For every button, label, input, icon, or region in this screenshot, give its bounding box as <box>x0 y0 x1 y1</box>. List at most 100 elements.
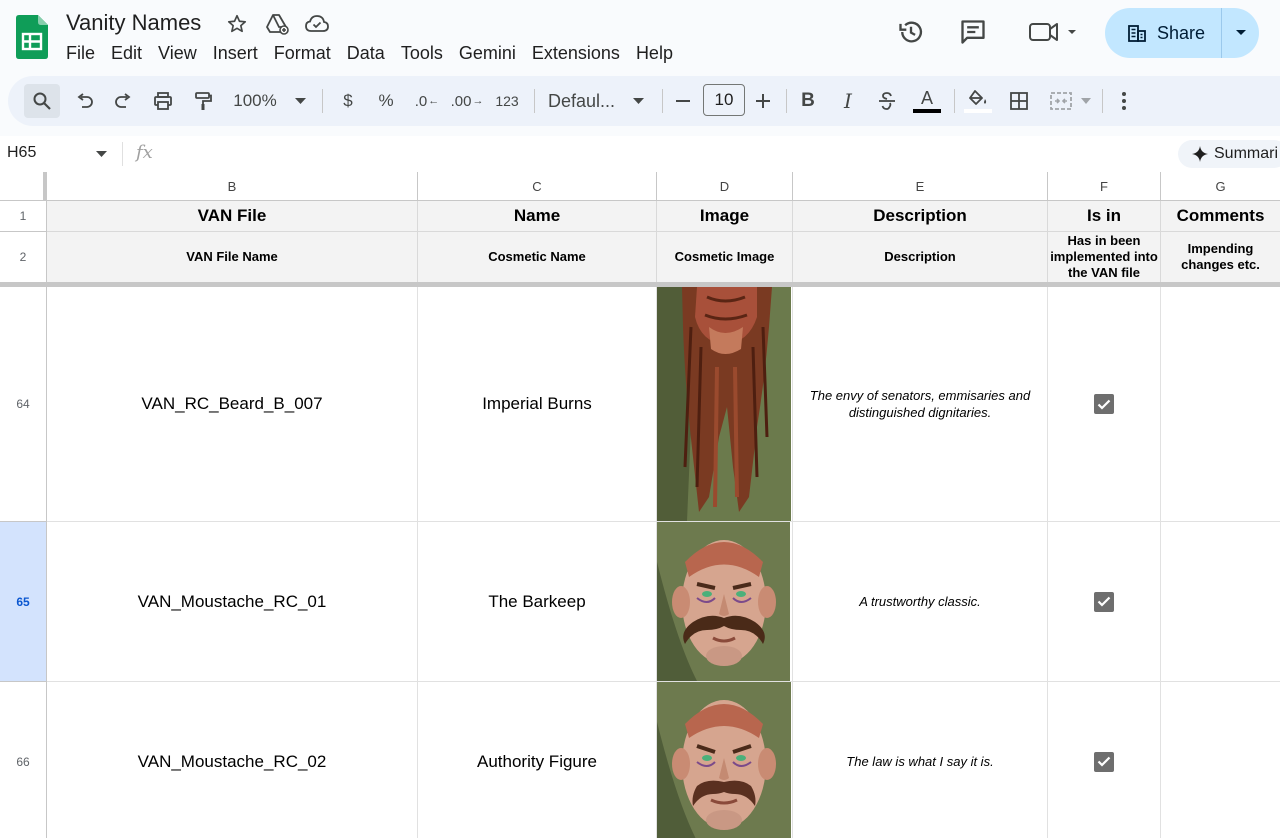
zoom-caret-icon[interactable] <box>290 84 310 118</box>
menu-bar: File Edit View Insert Format Data Tools … <box>58 41 681 66</box>
merge-cells-icon[interactable] <box>1046 84 1076 118</box>
format-currency-button[interactable]: $ <box>336 84 360 118</box>
cell-f2[interactable]: Has in been implemented into the VAN fil… <box>1048 232 1161 282</box>
move-to-drive-icon[interactable] <box>265 12 289 36</box>
menu-gemini[interactable]: Gemini <box>451 41 524 66</box>
toolbar-divider <box>954 89 955 113</box>
italic-button[interactable]: I <box>836 84 860 118</box>
menu-help[interactable]: Help <box>628 41 681 66</box>
cell-c66[interactable]: Authority Figure <box>418 682 657 838</box>
borders-icon[interactable] <box>1004 84 1034 118</box>
paint-format-icon[interactable] <box>188 84 218 118</box>
cell-g66[interactable] <box>1161 682 1280 838</box>
more-formats-button[interactable]: 123 <box>492 84 522 118</box>
cell-g1[interactable]: Comments <box>1161 201 1280 232</box>
cell-e64[interactable]: The envy of senators, emmisaries and dis… <box>793 287 1048 522</box>
increase-decimal-label: .00 <box>450 92 472 110</box>
name-box-caret-icon[interactable] <box>96 145 107 168</box>
share-dropdown-button[interactable] <box>1222 29 1259 37</box>
decrease-font-size-icon[interactable] <box>672 84 694 118</box>
checkbox-checked[interactable] <box>1094 751 1114 772</box>
cell-d65[interactable] <box>657 522 793 682</box>
search-menus-icon[interactable] <box>24 84 60 118</box>
cell-f66[interactable] <box>1048 682 1161 838</box>
merge-caret-icon[interactable] <box>1078 84 1094 118</box>
decrease-decimal-button[interactable]: .0 ← <box>412 84 442 118</box>
more-options-icon[interactable] <box>1112 84 1136 118</box>
cell-c65[interactable]: The Barkeep <box>418 522 657 682</box>
column-header-b[interactable]: B <box>47 172 418 201</box>
star-icon[interactable] <box>225 12 249 36</box>
cell-d1[interactable]: Image <box>657 201 793 232</box>
cell-e65[interactable]: A trustworthy classic. <box>793 522 1048 682</box>
menu-data[interactable]: Data <box>339 41 393 66</box>
cell-e1[interactable]: Description <box>793 201 1048 232</box>
version-history-icon[interactable] <box>895 16 927 48</box>
undo-icon[interactable] <box>70 84 100 118</box>
cell-e66[interactable]: The law is what I say it is. <box>793 682 1048 838</box>
cloud-saved-icon[interactable] <box>305 12 329 36</box>
checkbox-checked[interactable] <box>1094 591 1114 612</box>
cell-f1[interactable]: Is in <box>1048 201 1161 232</box>
menu-extensions[interactable]: Extensions <box>524 41 628 66</box>
column-header-e[interactable]: E <box>793 172 1048 201</box>
building-icon <box>1128 25 1146 42</box>
font-caret-icon[interactable] <box>628 84 648 118</box>
cell-c1[interactable]: Name <box>418 201 657 232</box>
menu-insert[interactable]: Insert <box>205 41 266 66</box>
menu-tools[interactable]: Tools <box>393 41 451 66</box>
cell-g65[interactable] <box>1161 522 1280 682</box>
row-header-1[interactable]: 1 <box>0 201 47 232</box>
fill-color-icon[interactable] <box>962 84 994 118</box>
select-all-corner[interactable] <box>0 172 47 201</box>
cell-b66[interactable]: VAN_Moustache_RC_02 <box>47 682 418 838</box>
cell-f65[interactable] <box>1048 522 1161 682</box>
text-color-button[interactable]: A <box>912 84 942 118</box>
sheets-logo-icon[interactable] <box>16 15 48 59</box>
menu-file[interactable]: File <box>58 41 103 66</box>
cell-b2[interactable]: VAN File Name <box>47 232 418 282</box>
cell-c64[interactable]: Imperial Burns <box>418 287 657 522</box>
column-header-c[interactable]: C <box>418 172 657 201</box>
name-box[interactable]: H65 <box>7 144 36 162</box>
cell-f64[interactable] <box>1048 287 1161 522</box>
row-header-64[interactable]: 64 <box>0 287 47 522</box>
cell-b65[interactable]: VAN_Moustache_RC_01 <box>47 522 418 682</box>
column-header-g[interactable]: G <box>1161 172 1280 201</box>
row-header-2[interactable]: 2 <box>0 232 47 282</box>
cell-g64[interactable] <box>1161 287 1280 522</box>
cell-d64[interactable] <box>657 287 793 522</box>
share-main-button[interactable]: Share <box>1105 8 1221 58</box>
cell-b1[interactable]: VAN File <box>47 201 418 232</box>
share-button[interactable]: Share <box>1105 8 1259 58</box>
cell-c2[interactable]: Cosmetic Name <box>418 232 657 282</box>
font-size-input[interactable]: 10 <box>703 84 745 116</box>
menu-view[interactable]: View <box>150 41 205 66</box>
row-header-66[interactable]: 66 <box>0 682 47 838</box>
cell-d66[interactable] <box>657 682 793 838</box>
column-header-d[interactable]: D <box>657 172 793 201</box>
cell-e2[interactable]: Description <box>793 232 1048 282</box>
increase-decimal-button[interactable]: .00 → <box>450 84 484 118</box>
summarize-button[interactable]: Summari <box>1178 140 1280 168</box>
format-percent-button[interactable]: % <box>374 84 398 118</box>
cell-d2[interactable]: Cosmetic Image <box>657 232 793 282</box>
strikethrough-icon[interactable] <box>874 84 900 118</box>
increase-font-size-icon[interactable] <box>752 84 774 118</box>
bold-button[interactable]: B <box>796 84 820 118</box>
comments-icon[interactable] <box>957 16 989 48</box>
column-header-f[interactable]: F <box>1048 172 1161 201</box>
menu-edit[interactable]: Edit <box>103 41 150 66</box>
row-header-65[interactable]: 65 <box>0 522 47 682</box>
redo-icon[interactable] <box>108 84 138 118</box>
zoom-value[interactable]: 100% <box>230 84 280 118</box>
menu-format[interactable]: Format <box>266 41 339 66</box>
check-icon <box>1097 756 1111 767</box>
document-title[interactable]: Vanity Names <box>66 10 201 36</box>
font-family-select[interactable]: Defaul... <box>548 84 622 118</box>
meet-icon[interactable] <box>1026 16 1082 48</box>
cell-b64[interactable]: VAN_RC_Beard_B_007 <box>47 287 418 522</box>
checkbox-checked[interactable] <box>1094 394 1114 414</box>
print-icon[interactable] <box>148 84 178 118</box>
cell-g2[interactable]: Impending changes etc. <box>1161 232 1280 282</box>
